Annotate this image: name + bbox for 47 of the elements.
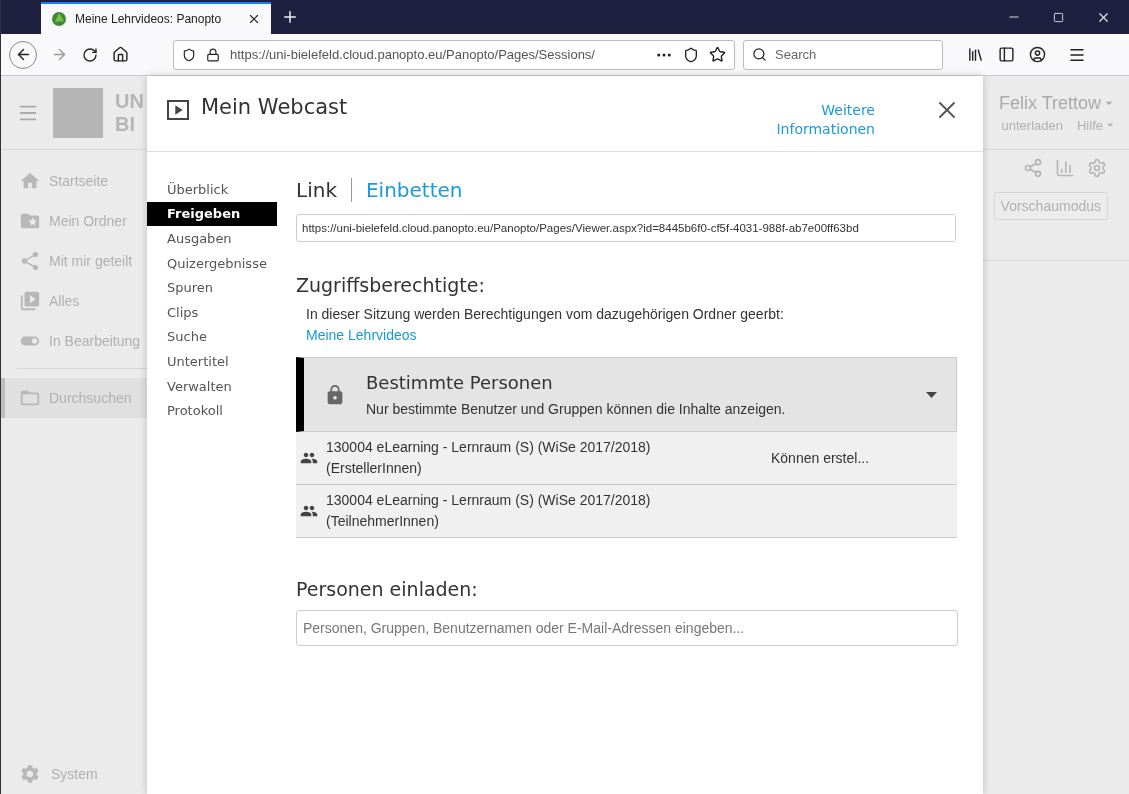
access-description: Nur bestimmte Benutzer und Gruppen können die Inhalte anzeigen.	[366, 401, 787, 417]
nav-item[interactable]: Clips	[147, 299, 277, 325]
close-tab-icon[interactable]	[247, 12, 261, 26]
reload-icon[interactable]	[82, 46, 98, 63]
shield-icon	[182, 47, 196, 62]
nav-item[interactable]: Verwalten	[147, 373, 277, 399]
lock-icon	[206, 47, 220, 62]
video-library-icon	[19, 290, 41, 312]
share-icon	[19, 250, 41, 272]
nav-item[interactable]: Suche	[147, 324, 277, 350]
caret-icon	[926, 391, 937, 398]
member-role[interactable]: Können erstel...	[771, 450, 870, 466]
forward-icon[interactable]	[51, 46, 68, 63]
nav-item[interactable]: Protokoll	[147, 398, 277, 423]
home-icon[interactable]	[112, 46, 129, 63]
nav-item[interactable]: Ausgaben	[147, 226, 277, 251]
search-icon	[752, 47, 767, 62]
tab-title: Meine Lehrvideos: Panopto	[75, 12, 223, 26]
app-icon	[51, 11, 67, 27]
account-icon[interactable]	[1029, 46, 1046, 63]
url-text: https://uni-bielefeld.cloud.panopto.eu/Panopto/Pages/Sessions/	[230, 47, 596, 62]
sidebar-icon[interactable]	[998, 46, 1015, 63]
dialog-title: Mein Webcast	[201, 95, 348, 119]
logo-block	[53, 87, 103, 138]
section-heading: Personen einladen:	[296, 578, 479, 600]
nav-item[interactable]: Untertitel	[147, 349, 277, 374]
member-name: 130004 eLearning - Lernraum (S) (WiSe 2017/2018) (ErstellerInnen)	[326, 438, 652, 478]
access-dropdown[interactable]: Bestimmte Personen Nur bestimmte Benutzer und Gruppen können die Inhalte anzeigen.	[296, 357, 957, 432]
search-field[interactable]: Search	[743, 39, 943, 70]
inherit-text: In dieser Sitzung werden Berechtigungen vom dazugehörigen Ordner geerbt: Meine Lehrvideos	[306, 305, 785, 345]
nav-item[interactable]: Freigeben	[147, 201, 277, 227]
share-tab[interactable]: Link	[296, 178, 337, 202]
address-bar[interactable]: https://uni-bielefeld.cloud.panopto.eu/Panopto/Pages/Sessions/	[173, 39, 735, 70]
star-icon[interactable]	[709, 46, 726, 63]
link-field[interactable]: https://uni-bielefeld.cloud.panopto.eu/Panopto/Pages/Viewer.aspx?id=8445b6f0-cf5f-4031-988f-ab7e00ff63bd	[296, 214, 956, 242]
nav-item[interactable]: Spuren	[147, 275, 277, 300]
maximize-icon[interactable]	[1053, 11, 1064, 23]
nav-item[interactable]: Überblick	[147, 177, 277, 202]
browser-tab[interactable]: Meine Lehrvideos: Panopto	[41, 2, 271, 34]
member-name: 130004 eLearning - Lernraum (S) (WiSe 2017/2018) (TeilnehmerInnen)	[326, 491, 652, 531]
access-title: Bestimmte Personen	[366, 372, 554, 393]
library-icon[interactable]	[967, 46, 984, 63]
section-heading: Zugriffsberechtigte:	[296, 274, 486, 296]
invite-field[interactable]: Personen, Gruppen, Benutzernamen oder E-Mail-Adressen eingeben...	[296, 610, 958, 646]
gear-icon	[19, 763, 41, 785]
play-icon	[167, 100, 189, 120]
nav-item[interactable]: Quizergebnisse	[147, 250, 277, 276]
